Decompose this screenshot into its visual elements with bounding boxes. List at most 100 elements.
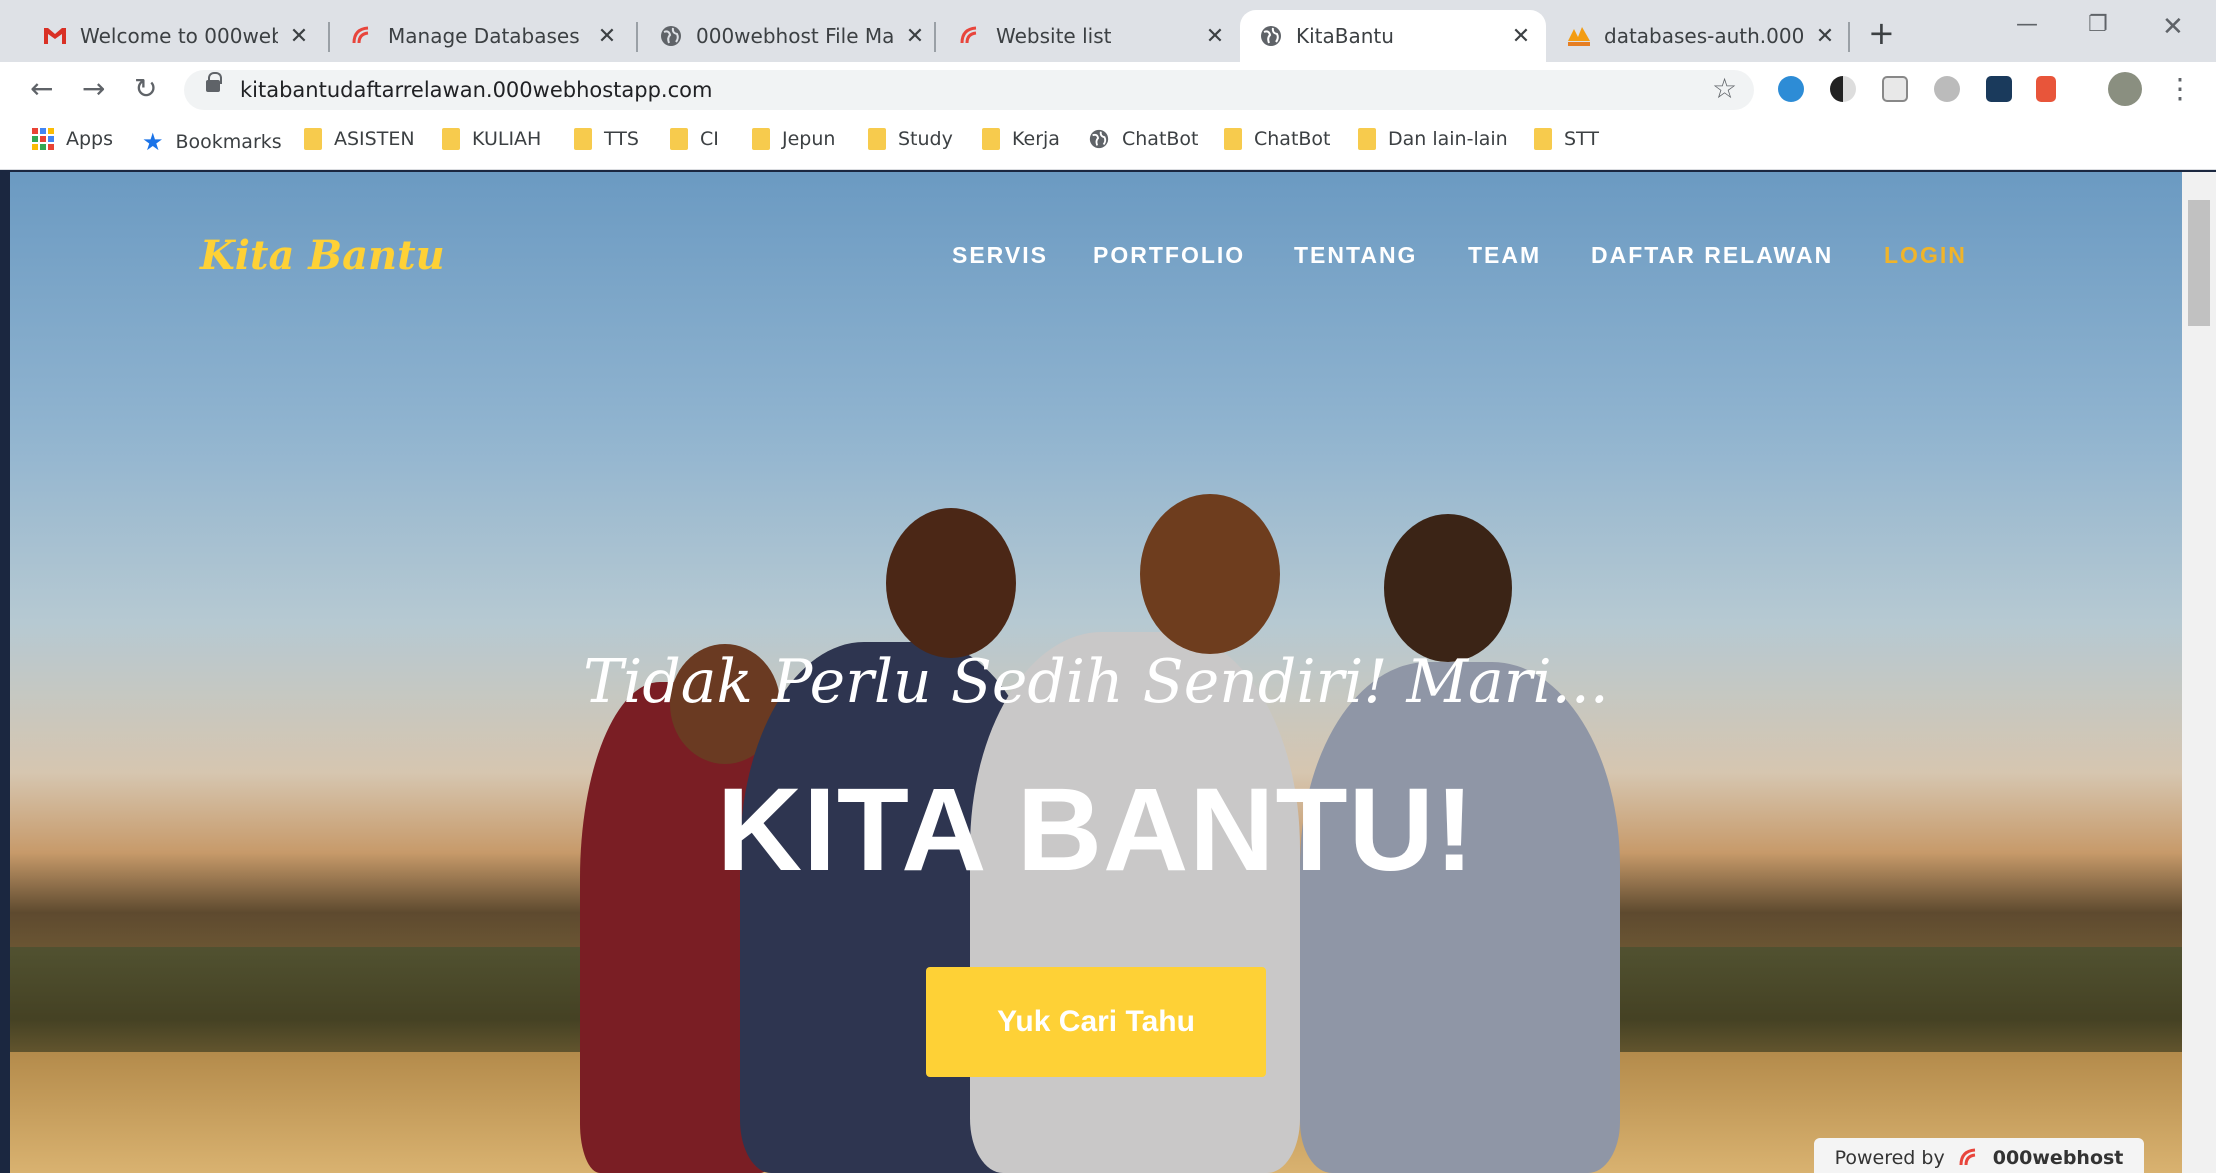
- dark-mode-icon[interactable]: [1830, 76, 1856, 102]
- scrollbar-thumb[interactable]: [2188, 200, 2210, 326]
- lighthouse-icon[interactable]: [2036, 76, 2056, 102]
- tab-kitabantu[interactable]: KitaBantu ✕: [1240, 10, 1546, 62]
- folder-icon: [868, 128, 886, 150]
- folder-icon: [304, 128, 322, 150]
- tab-website-list[interactable]: Website list ✕: [940, 10, 1240, 62]
- profile-avatar[interactable]: [2108, 72, 2142, 106]
- 000webhost-icon: [1955, 1145, 1985, 1171]
- nav-tentang[interactable]: TENTANG: [1294, 242, 1417, 269]
- close-tab-icon[interactable]: ✕: [1204, 24, 1226, 49]
- bookmark-folder[interactable]: CI: [670, 128, 719, 150]
- nav-login[interactable]: LOGIN: [1884, 242, 1967, 269]
- folder-icon: [982, 128, 1000, 150]
- bookmark-label: Jepun: [782, 128, 836, 150]
- bookmark-folder[interactable]: TTS: [574, 128, 639, 150]
- folder-icon: [1358, 128, 1376, 150]
- nav-daftar-relawan[interactable]: DAFTAR RELAWAN: [1591, 242, 1833, 269]
- hero-section: Kita Bantu SERVIS PORTFOLIO TENTANG TEAM…: [10, 172, 2182, 1173]
- close-tab-icon[interactable]: ✕: [1510, 24, 1532, 49]
- tab-strip: Welcome to 000webho ✕ Manage Databases ✕…: [0, 0, 2216, 62]
- powered-by-badge[interactable]: Powered by 000webhost: [1814, 1138, 2144, 1173]
- globe-icon: [658, 23, 684, 49]
- close-tab-icon[interactable]: ✕: [288, 24, 310, 49]
- tab-separator: [328, 22, 330, 52]
- bookmark-label: STT: [1564, 128, 1599, 150]
- tab-separator: [636, 22, 638, 52]
- close-tab-icon[interactable]: ✕: [1814, 24, 1836, 49]
- nav-portfolio[interactable]: PORTFOLIO: [1093, 242, 1245, 269]
- folder-icon: [670, 128, 688, 150]
- close-tab-icon[interactable]: ✕: [904, 24, 926, 49]
- forward-icon[interactable]: →: [82, 72, 105, 105]
- person-head: [886, 508, 1016, 658]
- new-tab-button[interactable]: +: [1868, 14, 1895, 52]
- ublock-icon[interactable]: [1986, 76, 2012, 102]
- tab-separator: [1848, 22, 1850, 52]
- gmail-icon: [42, 23, 68, 49]
- bookmark-label: Bookmarks: [175, 131, 282, 153]
- bookmark-chatbot-link[interactable]: ChatBot: [1088, 128, 1199, 150]
- person-head: [1140, 494, 1280, 654]
- bookmark-label: Kerja: [1012, 128, 1060, 150]
- bookmark-label: ChatBot: [1122, 128, 1199, 150]
- extension-icon[interactable]: [1778, 76, 1804, 102]
- person-figure: [1300, 662, 1620, 1173]
- menu-icon[interactable]: ⋮: [2166, 72, 2194, 105]
- bookmark-apps[interactable]: Apps: [32, 128, 113, 150]
- tab-separator: [934, 22, 936, 52]
- 000webhost-icon: [958, 23, 984, 49]
- browser-window: Welcome to 000webho ✕ Manage Databases ✕…: [0, 0, 2216, 1173]
- tab-phpmyadmin[interactable]: databases-auth.000web ✕: [1548, 10, 1850, 62]
- tab-manage-databases[interactable]: Manage Databases ✕: [332, 10, 632, 62]
- hero-tagline: Tidak Perlu Sedih Sendiri! Mari...: [583, 647, 1609, 717]
- tab-file-manager[interactable]: 000webhost File Manag ✕: [640, 10, 940, 62]
- phpmyadmin-icon: [1566, 23, 1592, 49]
- bookmark-label: Dan lain-lain: [1388, 128, 1508, 150]
- restore-button[interactable]: ❐: [2088, 12, 2108, 37]
- bookmark-folder[interactable]: Jepun: [752, 128, 835, 150]
- lock-icon: [206, 72, 222, 92]
- bookmark-label: ChatBot: [1254, 128, 1331, 150]
- tab-title: databases-auth.000web: [1604, 24, 1804, 48]
- bookmark-folder[interactable]: STT: [1534, 128, 1599, 150]
- tab-title: Welcome to 000webho: [80, 24, 278, 48]
- close-window-button[interactable]: ✕: [2162, 12, 2184, 42]
- site-logo[interactable]: Kita Bantu: [200, 232, 445, 279]
- tab-gmail[interactable]: Welcome to 000webho ✕: [24, 10, 324, 62]
- person-head: [1384, 514, 1512, 662]
- folder-icon: [1534, 128, 1552, 150]
- bookmark-folder[interactable]: KULIAH: [442, 128, 541, 150]
- cta-button[interactable]: Yuk Cari Tahu: [926, 967, 1266, 1077]
- close-tab-icon[interactable]: ✕: [596, 24, 618, 49]
- apps-grid-icon: [32, 128, 54, 150]
- tab-title: Manage Databases: [388, 24, 580, 48]
- bookmark-folder[interactable]: ASISTEN: [304, 128, 415, 150]
- bookmark-label: KULIAH: [472, 128, 542, 150]
- tab-title: KitaBantu: [1296, 24, 1394, 48]
- powered-by-text: Powered by: [1834, 1147, 1945, 1169]
- bookmark-folder[interactable]: Kerja: [982, 128, 1060, 150]
- document-icon[interactable]: [1882, 76, 1908, 102]
- back-icon[interactable]: ←: [30, 72, 53, 105]
- 000webhost-icon: [350, 23, 376, 49]
- bookmark-folder[interactable]: ChatBot: [1224, 128, 1331, 150]
- bookmark-label: TTS: [604, 128, 639, 150]
- url-text[interactable]: kitabantudaftarrelawan.000webhostapp.com: [240, 78, 712, 102]
- nav-team[interactable]: TEAM: [1468, 242, 1541, 269]
- nav-servis[interactable]: SERVIS: [952, 242, 1048, 269]
- bookmark-label: CI: [700, 128, 719, 150]
- folder-icon: [1224, 128, 1242, 150]
- minimize-button[interactable]: —: [2016, 12, 2038, 37]
- bookmark-label: Study: [898, 128, 953, 150]
- bookmark-label: Apps: [66, 128, 114, 150]
- bookmark-star-icon[interactable]: ☆: [1712, 72, 1737, 105]
- reload-icon[interactable]: ↻: [134, 72, 157, 105]
- bookmark-bookmarks[interactable]: ★ Bookmarks: [142, 128, 282, 156]
- bookmark-folder[interactable]: Study: [868, 128, 953, 150]
- tab-title: 000webhost File Manag: [696, 24, 894, 48]
- hero-headline: KITA BANTU!: [716, 764, 1476, 896]
- bookmark-folder[interactable]: Dan lain-lain: [1358, 128, 1508, 150]
- tab-title: Website list: [996, 24, 1112, 48]
- folder-icon: [752, 128, 770, 150]
- globe-extension-icon[interactable]: [1934, 76, 1960, 102]
